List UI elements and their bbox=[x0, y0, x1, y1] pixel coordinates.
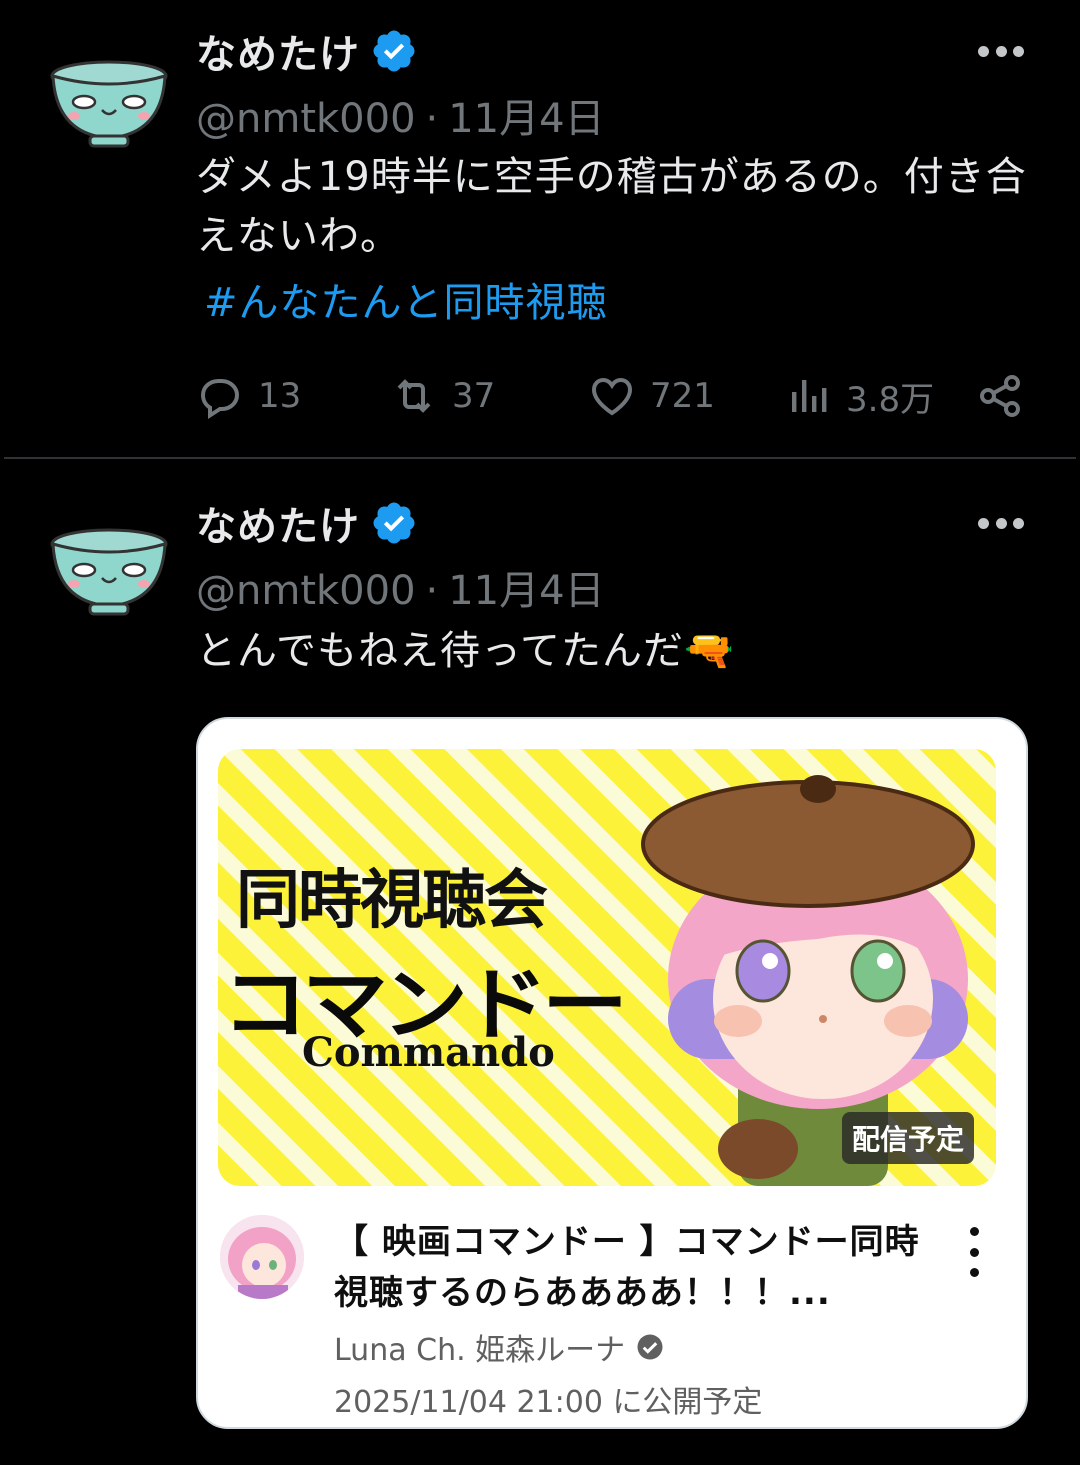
tweet-1[interactable]: なめたけ @nmtk000 · 11月4日 ダメよ19時半に空手の稽古があるの。付き… bbox=[0, 0, 1080, 458]
like-count: 721 bbox=[650, 376, 715, 416]
separator: · bbox=[425, 568, 439, 614]
link-card[interactable]: 同時視聴会 コマンドー Commando 配信予定 【 映画コマンドー 】コマン… bbox=[196, 717, 1028, 1429]
more-icon[interactable] bbox=[978, 518, 1024, 530]
reply-icon bbox=[200, 379, 240, 420]
action-bar: 13 37 721 3.8万 bbox=[196, 366, 1030, 426]
video-thumbnail[interactable]: 同時視聴会 コマンドー Commando 配信予定 bbox=[218, 749, 996, 1186]
verified-badge-icon bbox=[373, 30, 415, 72]
tweet-divider bbox=[4, 457, 1076, 459]
channel-row[interactable]: Luna Ch. 姫森ルーナ bbox=[334, 1325, 665, 1369]
channel-avatar[interactable] bbox=[220, 1215, 304, 1299]
tweet-date[interactable]: 11月4日 bbox=[448, 568, 604, 614]
reply-button[interactable]: 13 bbox=[196, 366, 301, 426]
views-count: 3.8万 bbox=[846, 379, 935, 420]
tweet-date[interactable]: 11月4日 bbox=[448, 96, 604, 142]
thumbnail-english: Commando bbox=[302, 1029, 555, 1076]
tweet-2[interactable]: なめたけ @nmtk000 · 11月4日 とんでもねえ待ってたんだ🔫 同時視聴… bbox=[0, 460, 1080, 1465]
tweet-text: ダメよ19時半に空手の稽古があるの。付き合えないわ。 bbox=[196, 154, 1027, 259]
channel-name[interactable]: Luna Ch. 姫森ルーナ bbox=[334, 1325, 625, 1369]
views-button[interactable]: 3.8万 bbox=[784, 366, 934, 426]
author-row[interactable]: なめたけ bbox=[196, 22, 418, 80]
bowl-avatar-icon[interactable] bbox=[50, 524, 168, 624]
thumbnail-title: 同時視聴会 bbox=[236, 863, 548, 938]
channel-avatar-art bbox=[220, 1215, 304, 1299]
views-icon bbox=[792, 380, 827, 412]
pistol-emoji: 🔫 bbox=[684, 628, 735, 674]
share-icon bbox=[980, 375, 1020, 417]
separator: · bbox=[425, 96, 439, 142]
display-name[interactable]: なめたけ bbox=[196, 22, 360, 80]
repost-icon bbox=[397, 379, 431, 413]
handle-row: @nmtk000 · 11月4日 bbox=[196, 558, 605, 616]
repost-count: 37 bbox=[452, 376, 496, 416]
video-title[interactable]: 【 映画コマンドー 】コマンドー同時視聴するのらああああ！！！... bbox=[334, 1217, 934, 1319]
share-button[interactable] bbox=[976, 366, 1024, 426]
verified-badge-icon bbox=[373, 502, 415, 544]
bowl-avatar-icon[interactable] bbox=[50, 56, 168, 156]
kebab-icon[interactable] bbox=[970, 1227, 980, 1277]
reply-count: 13 bbox=[258, 376, 302, 416]
scheduled-badge: 配信予定 bbox=[841, 1112, 974, 1164]
display-name[interactable]: なめたけ bbox=[196, 494, 360, 552]
like-icon bbox=[591, 377, 633, 416]
handle[interactable]: @nmtk000 bbox=[196, 568, 416, 614]
tweet-text-body: とんでもねえ待ってたんだ bbox=[196, 628, 684, 674]
handle-row: @nmtk000 · 11月4日 bbox=[196, 86, 605, 144]
tweet-text: とんでもねえ待ってたんだ🔫 bbox=[196, 622, 1046, 681]
author-row[interactable]: なめたけ bbox=[196, 494, 418, 552]
channel-verified-icon bbox=[637, 1334, 663, 1360]
more-icon[interactable] bbox=[978, 46, 1024, 58]
hashtag-link[interactable]: #んなたんと同時視聴 bbox=[204, 270, 608, 328]
repost-button[interactable]: 37 bbox=[390, 366, 495, 426]
scheduled-date: 2025/11/04 21:00 に公開予定 bbox=[334, 1385, 763, 1420]
like-button[interactable]: 721 bbox=[588, 366, 715, 426]
handle[interactable]: @nmtk000 bbox=[196, 96, 416, 142]
